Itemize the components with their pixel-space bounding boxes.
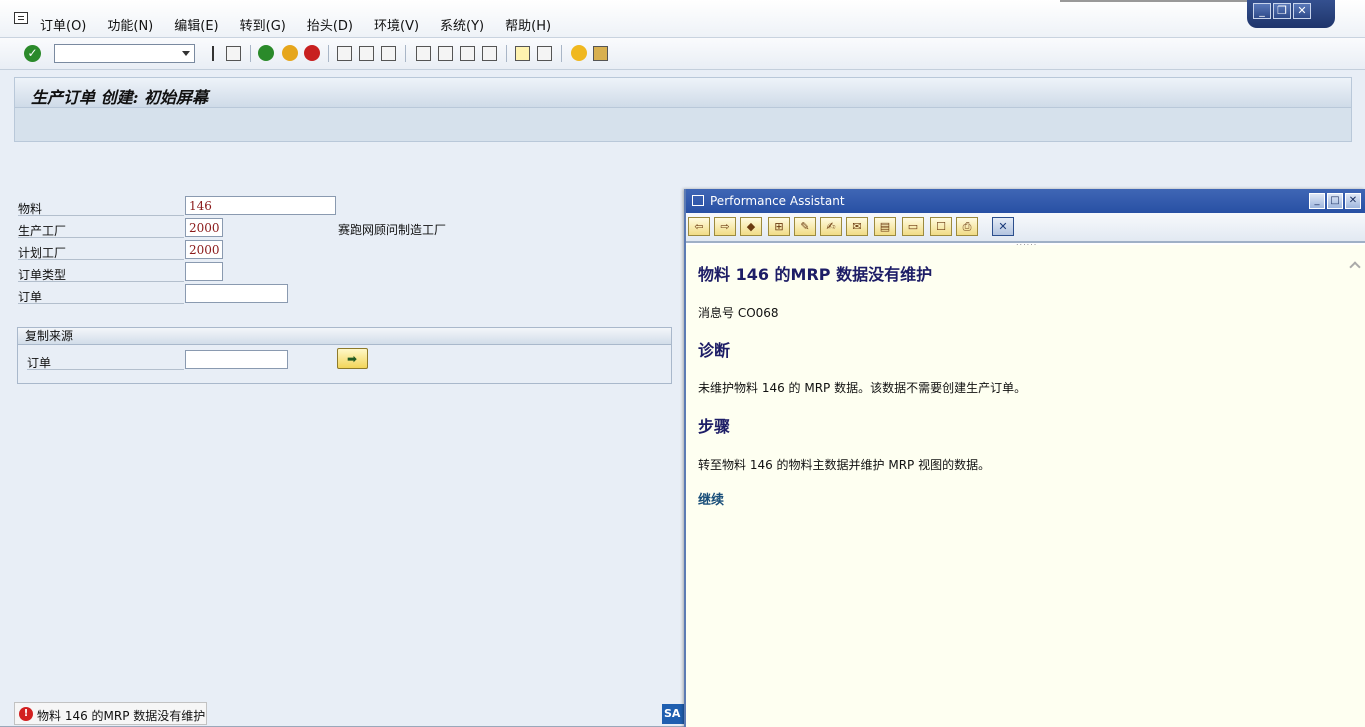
help-icon[interactable] [571, 45, 587, 61]
performance-assistant-window: Performance Assistant _ □ ✕ ⇦ ⇨ ◆ ⊞ ✎ ✍ … [684, 189, 1365, 727]
cancel-icon[interactable] [304, 45, 320, 61]
enter-icon[interactable]: ✓ [24, 45, 41, 62]
toolbar-separator [328, 45, 329, 62]
edit-note-icon[interactable]: ✎ [794, 217, 816, 236]
row-underline [18, 259, 184, 260]
minimize-icon[interactable]: _ [1309, 193, 1325, 209]
menu-bar: 订单(O) 功能(N) 编辑(E) 转到(G) 抬头(D) 环境(V) 系统(Y… [0, 0, 1365, 38]
arrow-right-icon: ➡ [347, 352, 358, 366]
shortcut-icon[interactable] [537, 46, 552, 61]
menu-header[interactable]: 抬头(D) [307, 15, 353, 34]
menu-items: 订单(O) 功能(N) 编辑(E) 转到(G) 抬头(D) 环境(V) 系统(Y… [40, 15, 572, 34]
error-icon: ! [19, 707, 33, 721]
toolbar-separator [405, 45, 406, 62]
application-toolbar [14, 108, 1352, 142]
copy-from-title: 复制来源 [18, 328, 671, 345]
pa-title-bar[interactable]: Performance Assistant _ □ ✕ [686, 189, 1365, 213]
pa-procedure-title: 步骤 [698, 417, 731, 436]
menu-help[interactable]: 帮助(H) [505, 15, 551, 34]
close-icon[interactable]: ✕ [1293, 3, 1311, 19]
save-icon[interactable] [226, 46, 241, 61]
material-input[interactable]: 146 [185, 196, 336, 215]
order-type-input[interactable] [185, 262, 223, 281]
pa-procedure-text: 转至物料 146 的物料主数据并维护 MRP 视图的数据。 [698, 458, 991, 472]
standard-toolbar: ✓ [0, 38, 1365, 70]
last-page-icon[interactable] [482, 46, 497, 61]
first-page-icon[interactable] [416, 46, 431, 61]
row-underline [27, 369, 184, 370]
menu-system[interactable]: 系统(Y) [440, 15, 484, 34]
find-next-icon[interactable] [381, 46, 396, 61]
row-underline [18, 303, 184, 304]
window-menu-icon[interactable] [14, 12, 28, 24]
application-help-icon[interactable]: ◆ [740, 217, 762, 236]
collapse-left-icon[interactable] [204, 46, 214, 61]
create-session-icon[interactable] [515, 46, 530, 61]
pa-heading: 物料 146 的MRP 数据没有维护 [698, 265, 933, 284]
back-arrow-icon[interactable]: ⇦ [688, 217, 710, 236]
document-icon[interactable]: ▤ [874, 217, 896, 236]
window-icon [692, 195, 704, 206]
minimize-icon[interactable]: _ [1253, 3, 1271, 19]
glossary-icon[interactable]: ✍ [820, 217, 842, 236]
copy-from-button[interactable]: ➡ [337, 348, 368, 369]
restore-icon[interactable]: ❐ [1273, 3, 1291, 19]
row-underline [18, 237, 184, 238]
previous-page-icon[interactable] [438, 46, 453, 61]
pa-diagnosis-title: 诊断 [698, 341, 731, 360]
title-bar: 生产订单 创建: 初始屏幕 [14, 77, 1352, 108]
menu-function[interactable]: 功能(N) [107, 15, 153, 34]
menu-environment[interactable]: 环境(V) [374, 15, 419, 34]
order-input[interactable] [185, 284, 288, 303]
command-field[interactable] [54, 44, 195, 63]
menu-edit[interactable]: 编辑(E) [174, 15, 218, 34]
menu-order[interactable]: 订单(O) [40, 15, 86, 34]
toolbar-separator [250, 45, 251, 62]
back-icon[interactable] [258, 45, 274, 61]
chevron-down-icon[interactable] [182, 51, 190, 56]
planning-plant-input[interactable]: 2000 [185, 240, 223, 259]
window-controls: _ ❐ ✕ [1247, 0, 1335, 28]
settings-icon[interactable]: ▭ [902, 217, 924, 236]
window-edge-line [1060, 0, 1250, 2]
scroll-up-icon[interactable] [1349, 261, 1361, 273]
page-title: 生产订单 创建: 初始屏幕 [31, 88, 209, 107]
print-icon[interactable] [337, 46, 352, 61]
next-page-icon[interactable] [460, 46, 475, 61]
close-icon[interactable]: ✕ [1345, 193, 1361, 209]
maximize-icon[interactable]: □ [1327, 193, 1343, 209]
pa-content: 物料 146 的MRP 数据没有维护 消息号 CO068 诊断 未维护物料 14… [686, 245, 1365, 727]
status-bar[interactable]: ! 物料 146 的MRP 数据没有维护 [14, 702, 207, 725]
print-icon[interactable]: ⎙ [956, 217, 978, 236]
row-underline [18, 215, 184, 216]
pa-diagnosis-text: 未维护物料 146 的 MRP 数据。该数据不需要创建生产订单。 [698, 381, 1027, 395]
row-underline [18, 281, 184, 282]
bookmark-icon[interactable]: ☐ [930, 217, 952, 236]
forward-arrow-icon[interactable]: ⇨ [714, 217, 736, 236]
pa-message-number: 消息号 CO068 [698, 306, 779, 320]
copy-order-input[interactable] [185, 350, 288, 369]
production-plant-description: 赛跑网顾问制造工厂 [338, 223, 447, 237]
production-plant-input[interactable]: 2000 [185, 218, 223, 237]
menu-goto[interactable]: 转到(G) [240, 15, 286, 34]
technical-info-icon[interactable]: ⊞ [768, 217, 790, 236]
layout-menu-icon[interactable] [593, 46, 608, 61]
find-icon[interactable] [359, 46, 374, 61]
status-message: 物料 146 的MRP 数据没有维护 [37, 709, 206, 723]
release-notes-icon[interactable]: ✉ [846, 217, 868, 236]
toolbar-separator [506, 45, 507, 62]
exit-icon[interactable] [282, 45, 298, 61]
sap-logo-icon: SA [662, 704, 684, 724]
pa-continue-link[interactable]: 继续 [698, 489, 724, 508]
pa-window-controls: _ □ ✕ [1309, 193, 1361, 209]
pa-window-title: Performance Assistant [710, 194, 845, 208]
pa-toolbar: ⇦ ⇨ ◆ ⊞ ✎ ✍ ✉ ▤ ▭ ☐ ⎙ ✕ ...... [686, 213, 1365, 247]
close-help-icon[interactable]: ✕ [992, 217, 1014, 236]
toolbar-separator [561, 45, 562, 62]
